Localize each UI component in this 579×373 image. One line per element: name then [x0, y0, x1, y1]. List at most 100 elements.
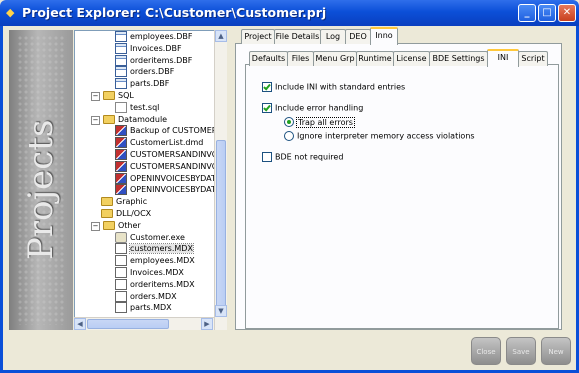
collapse-icon[interactable]: − [91, 221, 100, 231]
mdx-file-icon [115, 243, 127, 255]
diamond-icon: ◆ [6, 6, 15, 19]
dbf-table-icon [115, 66, 127, 78]
include-error-handling-checkbox[interactable]: Include error handling [262, 103, 363, 114]
scroll-left-icon[interactable]: ◀ [74, 318, 86, 330]
tab-bde-settings[interactable]: BDE Settings [429, 51, 488, 66]
bde-not-required-checkbox[interactable]: BDE not required [262, 152, 343, 163]
tree-item[interactable]: orders.DBF [115, 66, 175, 78]
tree-item[interactable]: − SQL [91, 90, 134, 101]
tab-runtime[interactable]: Runtime [356, 51, 394, 66]
checkbox-checked-icon[interactable] [262, 103, 272, 113]
title-bar: ◆ Project Explorer: C:\Customer\Customer… [0, 0, 579, 26]
close-button[interactable]: Close [471, 337, 501, 365]
datamodule-icon [115, 172, 127, 184]
tree-item[interactable]: OPENINVOICESBYDATE [115, 172, 221, 184]
tree-item[interactable]: Invoices.MDX [115, 267, 184, 278]
tree-item[interactable]: − Datamodule [91, 114, 167, 125]
include-error-label: Include error handling [275, 103, 364, 113]
include-ini-checkbox[interactable]: Include INI with standard entries [262, 82, 405, 93]
folder-icon [101, 209, 113, 218]
tree-item[interactable]: − Other [91, 220, 141, 231]
tab-project[interactable]: Project [241, 29, 275, 44]
scroll-down-icon[interactable]: ▼ [215, 305, 227, 317]
tree-item-label: test.sql [130, 102, 160, 112]
tree-item[interactable]: employees.MDX [115, 255, 195, 267]
mdx-file-icon [115, 267, 127, 278]
tab-files[interactable]: Files [287, 51, 314, 66]
tree-item-label: customers.MDX [129, 243, 194, 255]
tree-item-label: orders.DBF [130, 67, 175, 77]
include-ini-label: Include INI with standard entries [275, 82, 406, 92]
collapse-icon[interactable]: − [91, 115, 100, 125]
tree-item-label: Graphic [116, 197, 148, 207]
tree-item[interactable]: CUSTOMERSANDINVOI [115, 149, 220, 160]
datamodule-icon [115, 125, 127, 137]
maximize-button[interactable]: □ [538, 4, 556, 22]
tree-item[interactable]: DLL/OCX [101, 208, 151, 219]
tree-item[interactable]: test.sql [115, 101, 160, 113]
ignore-violations-radio[interactable]: Ignore interpreter memory access violati… [284, 131, 475, 142]
tree-item-label: Invoices.MDX [130, 268, 184, 277]
tree-item-label: DLL/OCX [116, 209, 152, 218]
tree-item[interactable]: parts.MDX [115, 302, 172, 314]
scroll-right-icon[interactable]: ▶ [201, 318, 213, 330]
tree-item-label: Invoices.DBF [130, 43, 182, 53]
save-button[interactable]: Save [506, 337, 536, 365]
tree-item[interactable]: parts.DBF [115, 78, 169, 90]
tree-item[interactable]: employees.DBF [115, 31, 192, 42]
tab-menu-grp[interactable]: Menu Grp [313, 51, 357, 66]
scrollbar-thumb[interactable] [216, 140, 226, 312]
tree-horizontal-scrollbar[interactable]: ◀ ▶ [74, 317, 214, 330]
trap-all-errors-radio[interactable]: Trap all errors [284, 116, 355, 128]
scroll-up-icon[interactable]: ▲ [215, 30, 227, 42]
tree-item[interactable]: Invoices.DBF [115, 42, 182, 54]
tab-file-details[interactable]: File Details [274, 29, 321, 44]
mdx-file-icon [115, 302, 127, 314]
tree-item[interactable]: orderitems.DBF [115, 54, 192, 66]
tree-item[interactable]: CustomerList.dmd [115, 137, 204, 149]
tree-item-label: Backup of CUSTOMERS [130, 126, 223, 136]
dbf-table-icon [115, 78, 127, 90]
radio-selected-icon[interactable] [284, 117, 294, 127]
tab-inno[interactable]: Inno [370, 27, 398, 45]
tree-item-label: CustomerList.dmd [130, 138, 204, 148]
tree-vertical-scrollbar[interactable]: ▲ ▼ [214, 30, 227, 330]
dbf-table-icon [115, 42, 127, 54]
tree-item[interactable]: OPENINVOICESBYDATE [115, 184, 221, 196]
tree-item-label: Customer.exe [130, 232, 185, 242]
tab-log[interactable]: Log [320, 29, 346, 44]
scrollbar-thumb[interactable] [87, 319, 169, 329]
datamodule-icon [115, 137, 127, 149]
datamodule-icon [115, 160, 127, 172]
window-title: Project Explorer: C:\Customer\Customer.p… [22, 5, 327, 20]
ignore-violations-label: Ignore interpreter memory access violati… [297, 131, 475, 141]
new-button[interactable]: New [541, 337, 571, 365]
banner-title: Projects [21, 119, 61, 261]
mdx-file-icon [115, 290, 127, 302]
tree-item[interactable]: CUSTOMERSANDINVOI [115, 160, 220, 172]
close-window-button[interactable]: ✕ [558, 4, 576, 22]
collapse-icon[interactable]: − [91, 92, 100, 101]
tree-item[interactable]: orders.MDX [115, 290, 177, 302]
datamodule-icon [115, 149, 127, 160]
radio-unselected-icon[interactable] [284, 131, 294, 141]
dbf-table-icon [115, 31, 127, 42]
checkbox-unchecked-icon[interactable] [262, 152, 272, 162]
tree-item[interactable]: customers.MDX [115, 243, 194, 255]
minimize-button[interactable]: _ [518, 4, 536, 22]
tab-script[interactable]: Script [518, 51, 548, 66]
mdx-file-icon [115, 255, 127, 267]
checkbox-checked-icon[interactable] [262, 82, 272, 92]
tree-item[interactable]: Graphic [101, 196, 147, 207]
project-tree[interactable]: employees.DBF Invoices.DBF orderitems.DBF o… [74, 30, 227, 330]
tab-license[interactable]: License [393, 51, 430, 66]
tab-defaults[interactable]: Defaults [249, 51, 288, 66]
tree-item[interactable]: Backup of CUSTOMERS [115, 125, 223, 137]
tab-deo[interactable]: DEO [345, 29, 371, 44]
tree-item[interactable]: Customer.exe [115, 231, 185, 243]
tree-item-label: Datamodule [118, 114, 168, 124]
folder-icon [103, 220, 115, 230]
tab-ini[interactable]: INI [487, 49, 519, 67]
mdx-file-icon [115, 278, 127, 290]
tree-item[interactable]: orderitems.MDX [115, 278, 195, 290]
